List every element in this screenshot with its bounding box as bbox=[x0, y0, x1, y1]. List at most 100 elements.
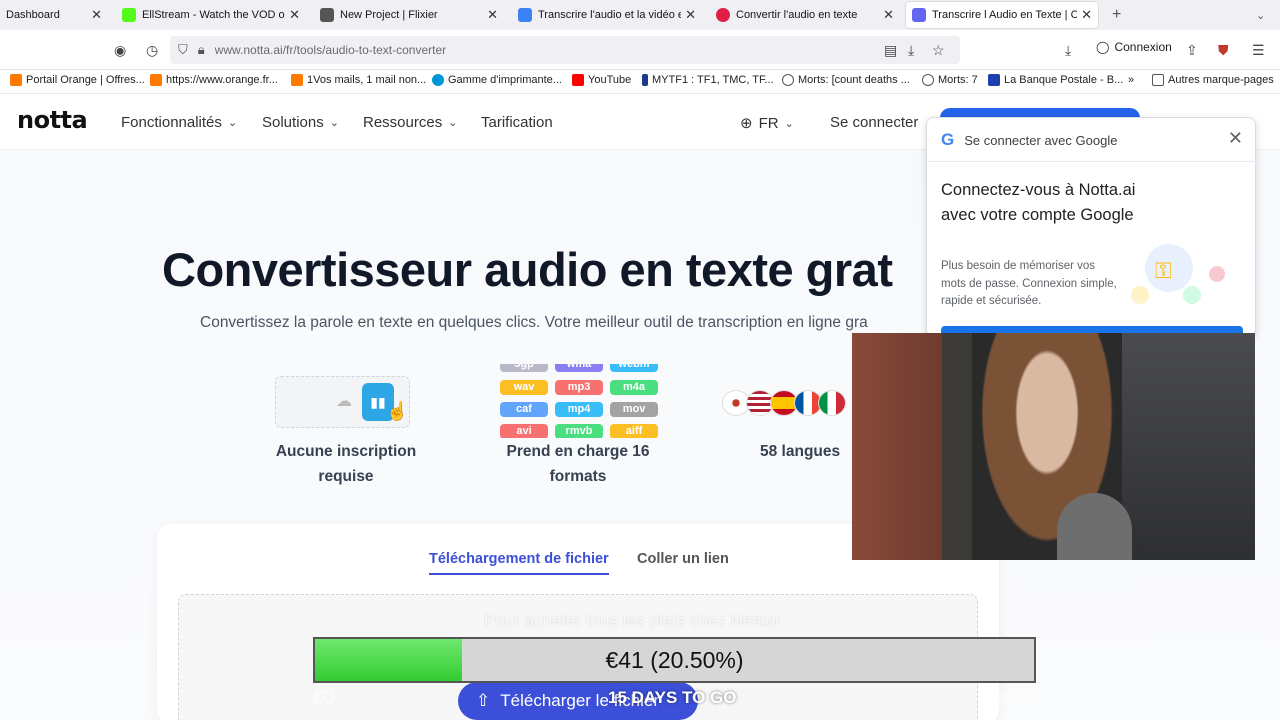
format-chip: wav bbox=[500, 380, 548, 395]
login-label: Se connecter bbox=[830, 114, 919, 131]
camera-icon[interactable]: ◉ bbox=[114, 42, 126, 59]
tab-paste-link[interactable]: Coller un lien bbox=[637, 551, 729, 567]
tab-title: EllStream - Watch the VOD on K bbox=[142, 9, 285, 21]
format-chip: mov bbox=[610, 402, 658, 417]
hp-icon bbox=[432, 74, 444, 86]
kick-icon bbox=[122, 8, 136, 22]
language-flags bbox=[722, 390, 846, 416]
ublock-icon[interactable]: ⛊ bbox=[1218, 42, 1229, 59]
format-chip: avi bbox=[500, 424, 548, 438]
notta-logo[interactable]: notta bbox=[17, 106, 88, 134]
close-icon[interactable]: ✕ bbox=[1228, 128, 1243, 149]
nav-label: Tarification bbox=[481, 114, 553, 131]
popup-title: Connectez-vous à Notta.ai avec votre com… bbox=[941, 181, 1136, 224]
google-icon: G bbox=[941, 130, 955, 149]
feature-line: Prend en charge 16 bbox=[506, 443, 650, 460]
webcam-overlay bbox=[852, 333, 1255, 560]
bookmark-item[interactable]: https://www.orange.fr... bbox=[150, 74, 278, 86]
bookmark-label: Morts: [count deaths ... bbox=[798, 74, 910, 86]
nav-features[interactable]: Fonctionnalités ⌄ bbox=[121, 114, 237, 131]
cloud-upload-icon: ⇧ bbox=[476, 691, 491, 710]
bookmark-item[interactable]: La Banque Postale - B... bbox=[988, 74, 1123, 86]
tab-file-upload[interactable]: Téléchargement de fichier bbox=[429, 551, 609, 575]
bookmark-label: Portail Orange | Offres... bbox=[26, 74, 145, 86]
history-icon[interactable]: ◷ bbox=[146, 42, 158, 59]
browser-tab[interactable]: Dashboard ✕ bbox=[0, 0, 108, 30]
close-icon[interactable]: ✕ bbox=[487, 7, 498, 23]
format-chips: 3gp wma webm wav mp3 m4a caf mp4 mov avi… bbox=[498, 364, 660, 438]
banque-postale-icon bbox=[988, 74, 1000, 86]
menu-icon[interactable]: ☰ bbox=[1252, 42, 1265, 59]
chevron-down-icon: ⌄ bbox=[227, 117, 238, 129]
key-illustration-icon: ⚿ bbox=[1127, 244, 1237, 308]
language-selector[interactable]: ⊕ FR ⌄ bbox=[740, 114, 794, 133]
bookmark-label: YouTube bbox=[588, 74, 632, 86]
more-bookmarks-icon[interactable]: » bbox=[1128, 74, 1134, 86]
shield-icon[interactable]: ⛉ bbox=[178, 42, 188, 58]
plus-icon[interactable]: + bbox=[1106, 0, 1130, 30]
globe-icon bbox=[922, 74, 934, 86]
browser-tab[interactable]: EllStream - Watch the VOD on K ✕ bbox=[116, 0, 306, 30]
format-chip: mp3 bbox=[555, 380, 603, 395]
feature-no-signup: Aucune inscription requise bbox=[246, 439, 446, 489]
folder-icon bbox=[1152, 74, 1164, 86]
extensions-icon[interactable]: ⇪ bbox=[1186, 42, 1198, 59]
account-button[interactable]: ◯ Connexion bbox=[1096, 40, 1172, 54]
url-text[interactable]: www.notta.ai/fr/tools/audio-to-text-conv… bbox=[215, 43, 446, 57]
bookmark-item[interactable]: 1Vos mails, 1 mail non... bbox=[291, 74, 426, 86]
feature-line: formats bbox=[549, 468, 607, 485]
format-chip: 3gp bbox=[500, 364, 548, 372]
address-bar[interactable]: ⛉ 🔒︎ www.notta.ai/fr/tools/audio-to-text… bbox=[170, 36, 960, 64]
microphone-icon bbox=[1057, 493, 1132, 560]
close-icon[interactable]: ✕ bbox=[685, 7, 696, 23]
tab-title: Convertir l'audio en texte bbox=[736, 9, 858, 21]
bookmark-item[interactable]: Morts: [count deaths ... bbox=[782, 74, 910, 86]
page-subtitle: Convertissez la parole en texte en quelq… bbox=[200, 314, 868, 331]
download-icon[interactable]: ⤓ bbox=[1065, 42, 1071, 59]
navigation-toolbar: ◉ ◷ ⛉ 🔒︎ www.notta.ai/fr/tools/audio-to-… bbox=[0, 30, 1280, 70]
globe-icon bbox=[782, 74, 794, 86]
bookmark-item[interactable]: MYTF1 : TF1, TMC, TF... bbox=[642, 74, 774, 86]
format-chip: caf bbox=[500, 402, 548, 417]
bookmark-folder[interactable]: Autres marque-pages bbox=[1152, 74, 1274, 86]
lock-icon[interactable]: 🔒︎ bbox=[198, 42, 205, 58]
chevron-down-icon: ⌄ bbox=[448, 117, 458, 129]
nav-label: Fonctionnalités bbox=[121, 114, 222, 131]
popup-header-label: Se connecter avec Google bbox=[964, 132, 1118, 148]
browser-tab[interactable]: New Project | Flixier ✕ bbox=[314, 0, 504, 30]
tab-bar: Dashboard ✕ EllStream - Watch the VOD on… bbox=[0, 0, 1280, 30]
reader-view-icon[interactable]: ▤ bbox=[884, 42, 897, 59]
feature-line: Aucune inscription bbox=[275, 443, 417, 460]
orange-icon bbox=[10, 74, 22, 86]
bookmark-item[interactable]: Gamme d'imprimante... bbox=[432, 74, 562, 86]
nav-pricing[interactable]: Tarification bbox=[481, 114, 553, 131]
account-label: Connexion bbox=[1114, 40, 1172, 54]
bookmark-item[interactable]: Portail Orange | Offres... bbox=[10, 74, 145, 86]
close-icon[interactable]: ✕ bbox=[91, 7, 102, 23]
nav-resources[interactable]: Ressources ⌄ bbox=[363, 114, 457, 131]
login-link[interactable]: Se connecter bbox=[830, 114, 918, 131]
bookmark-label: MYTF1 : TF1, TMC, TF... bbox=[652, 74, 774, 86]
close-icon[interactable]: ✕ bbox=[883, 7, 894, 23]
bookmark-item[interactable]: YouTube bbox=[572, 74, 631, 86]
flixier-icon bbox=[320, 8, 334, 22]
bookmark-star-icon[interactable]: ☆ bbox=[932, 42, 945, 59]
tab-title: Transcrire l Audio en Texte | Con bbox=[932, 9, 1078, 21]
feature-formats: Prend en charge 16 formats bbox=[478, 439, 678, 489]
language-label: FR bbox=[758, 114, 779, 132]
format-chip: rmvb bbox=[555, 424, 603, 438]
globe-icon: ⊕ bbox=[740, 115, 753, 132]
bookmark-item[interactable]: Morts: 7 bbox=[922, 74, 978, 86]
nav-solutions[interactable]: Solutions ⌄ bbox=[262, 114, 339, 131]
chevron-down-icon[interactable]: ⌄ bbox=[1250, 0, 1270, 30]
browser-tab[interactable]: Transcrire l'audio et la vidéo en ✕ bbox=[512, 0, 702, 30]
browser-tab-active[interactable]: Transcrire l Audio en Texte | Con ✕ bbox=[906, 2, 1098, 28]
close-icon[interactable]: ✕ bbox=[1081, 7, 1092, 23]
progress-min-label: €0 bbox=[313, 688, 335, 709]
brick-wall bbox=[852, 333, 942, 560]
orange-icon bbox=[150, 74, 162, 86]
bookmark-label: Autres marque-pages bbox=[1168, 74, 1274, 86]
browser-tab[interactable]: Convertir l'audio en texte ✕ bbox=[710, 0, 900, 30]
close-icon[interactable]: ✕ bbox=[289, 7, 300, 23]
save-page-icon[interactable]: ⤓ bbox=[908, 42, 914, 59]
